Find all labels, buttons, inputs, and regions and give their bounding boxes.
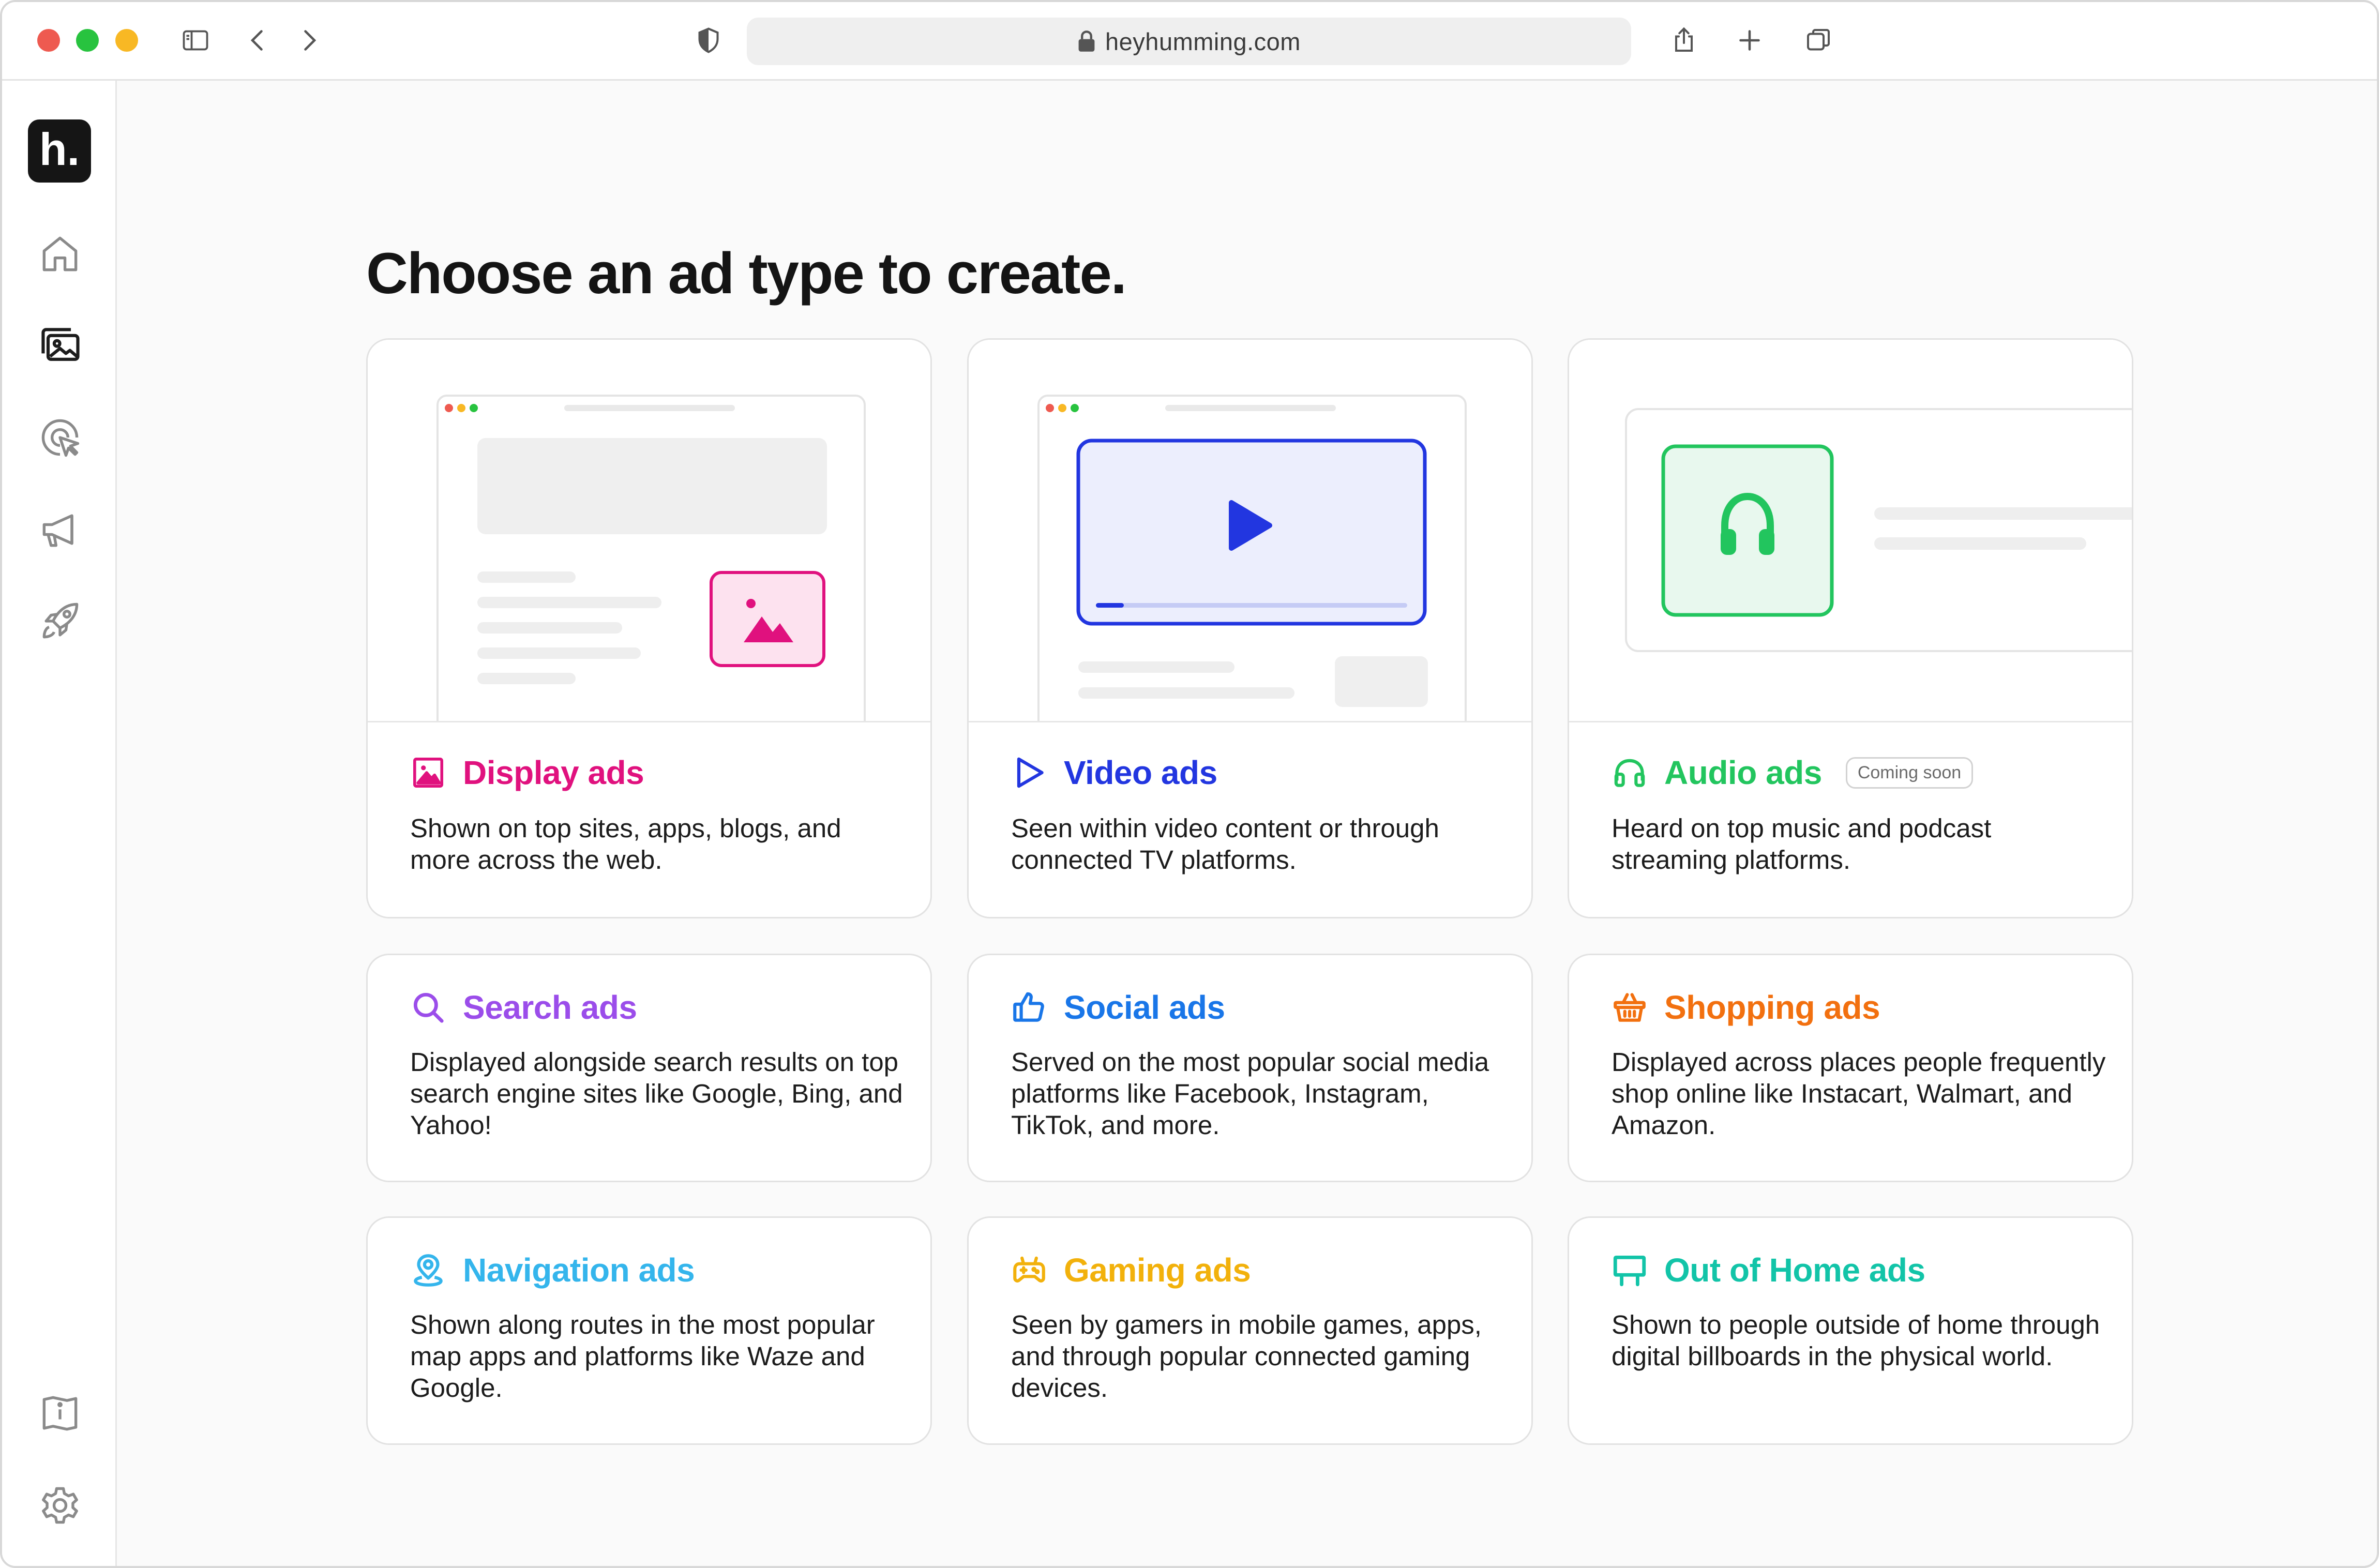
card-title: Search ads [463, 989, 637, 1026]
target-cursor-icon[interactable] [34, 412, 86, 463]
image-icon [413, 758, 443, 788]
card-description: Seen by gamers in mobile games, apps, an… [1011, 1310, 1482, 1403]
card-title: Gaming ads [1064, 1252, 1251, 1289]
info-book-icon[interactable] [34, 1388, 86, 1439]
address-bar[interactable]: heyhumming.com [747, 18, 1631, 65]
social-ads-card[interactable]: Social ads Served on the most popular so… [967, 954, 1533, 1182]
zoom-window-button[interactable] [76, 29, 99, 52]
close-window-button[interactable] [37, 29, 60, 52]
humming-logo[interactable]: h. [28, 119, 91, 183]
privacy-shield-icon[interactable] [691, 23, 726, 58]
thumbs-up-icon [1013, 992, 1044, 1022]
rocket-icon[interactable] [34, 595, 86, 647]
gear-icon[interactable] [34, 1480, 86, 1531]
tab-overview-icon[interactable] [1801, 23, 1836, 58]
card-title: Video ads [1064, 754, 1217, 791]
gamepad-icon [1013, 1256, 1045, 1283]
audio-ad-preview-illustration [1569, 340, 2132, 722]
lock-icon [1078, 31, 1095, 52]
search-ads-card[interactable]: Search ads Displayed alongside search re… [366, 954, 932, 1182]
logo-text: h. [39, 124, 80, 175]
billboard-icon [1613, 1255, 1646, 1287]
navigation-ads-card[interactable]: Navigation ads Shown along routes in the… [366, 1216, 932, 1445]
megaphone-icon[interactable] [34, 504, 86, 555]
card-title: Out of Home ads [1664, 1252, 1925, 1289]
card-description: Displayed across places people frequentl… [1612, 1047, 2106, 1140]
card-description: Served on the most popular social media … [1011, 1047, 1489, 1140]
share-icon[interactable] [1666, 23, 1702, 58]
card-description: Shown on top sites, apps, blogs, and mor… [410, 813, 841, 875]
audio-ads-card[interactable]: Audio ads Coming soon Heard on top music… [1568, 338, 2133, 918]
new-tab-icon[interactable] [1732, 23, 1767, 58]
browser-window: heyhumming.com h. Choose an ad type to c… [0, 0, 2379, 1568]
browser-toolbar: heyhumming.com [2, 2, 2377, 81]
card-title: Shopping ads [1664, 989, 1880, 1026]
card-description: Shown along routes in the most popular m… [410, 1310, 875, 1403]
video-ads-card[interactable]: Video ads Seen within video content or t… [967, 338, 1533, 918]
basket-icon [1614, 993, 1646, 1022]
shopping-ads-card[interactable]: Shopping ads Displayed across places peo… [1568, 954, 2133, 1182]
headphones-icon [1614, 759, 1645, 787]
page-title: Choose an ad type to create. [366, 241, 1127, 306]
back-icon[interactable] [240, 23, 275, 58]
play-icon [1017, 757, 1044, 788]
app-sidebar: h. [2, 81, 117, 1566]
card-title: Navigation ads [463, 1252, 695, 1289]
display-ads-card[interactable]: Display ads Shown on top sites, apps, bl… [366, 338, 932, 918]
coming-soon-badge: Coming soon [1845, 757, 1974, 789]
card-description: Seen within video content or through con… [1011, 813, 1439, 875]
card-description: Shown to people outside of home through … [1612, 1310, 2100, 1371]
search-icon [413, 992, 444, 1023]
card-title: Audio ads [1664, 754, 1822, 791]
map-pin-icon [414, 1254, 443, 1287]
out-of-home-ads-card[interactable]: Out of Home ads Shown to people outside … [1568, 1216, 2133, 1445]
card-title: Display ads [463, 754, 644, 791]
url-text: heyhumming.com [1105, 27, 1301, 55]
card-description: Heard on top music and podcast streaming… [1612, 813, 1992, 875]
gaming-ads-card[interactable]: Gaming ads Seen by gamers in mobile game… [967, 1216, 1533, 1445]
sidebar-toggle-icon[interactable] [178, 23, 213, 58]
minimize-window-button[interactable] [115, 29, 138, 52]
card-title: Social ads [1064, 989, 1225, 1026]
gallery-icon[interactable] [34, 320, 86, 371]
home-icon[interactable] [34, 228, 86, 280]
forward-icon[interactable] [292, 23, 327, 58]
video-ad-preview-illustration [969, 340, 1531, 722]
card-description: Displayed alongside search results on to… [410, 1047, 903, 1140]
display-ad-preview-illustration [368, 340, 930, 722]
